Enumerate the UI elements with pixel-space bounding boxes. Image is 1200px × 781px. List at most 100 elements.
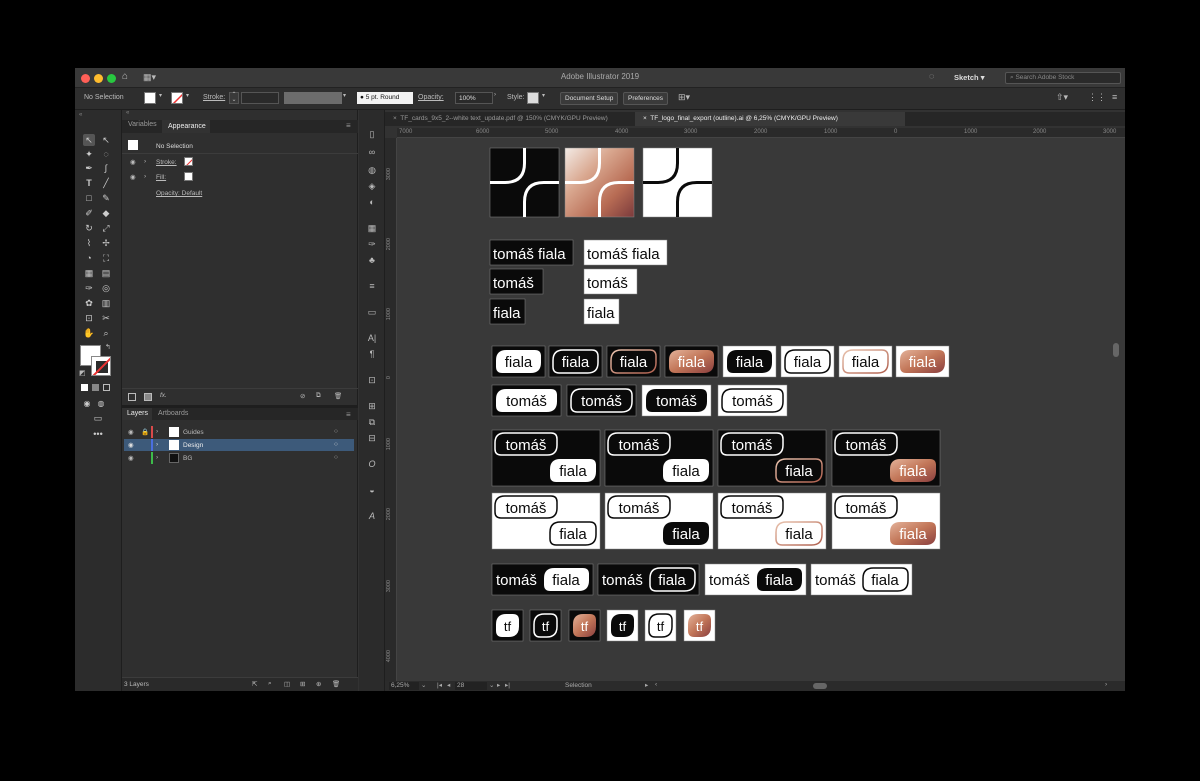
opacity-dropdown-icon[interactable]: › (494, 92, 502, 104)
control-menu-icon[interactable]: ≡ (1112, 92, 1117, 102)
links-icon[interactable]: ∞ (366, 146, 378, 158)
zoom-level-field[interactable]: 6,25% (389, 682, 419, 690)
gradient-tool-icon[interactable]: ▤ (100, 267, 112, 279)
add-stroke-icon[interactable] (128, 393, 136, 401)
export-icon[interactable]: ⇱ (252, 680, 257, 688)
panel-collapse-icon[interactable]: « (122, 110, 358, 120)
delete-item-icon[interactable]: 🗑 (334, 392, 342, 400)
opacity-row[interactable]: Opacity: Default (156, 190, 202, 197)
tab-layers[interactable]: Layers (122, 408, 152, 420)
pathfinder-icon[interactable]: ⧉ (366, 416, 378, 428)
layers-menu-icon[interactable]: ≡ (346, 410, 351, 419)
transform-options-icon[interactable]: ⋮⋮ (1088, 92, 1106, 103)
zoom-tool-icon[interactable]: ⌕ (100, 327, 112, 339)
color-mode-icon[interactable] (81, 384, 88, 391)
scale-tool-icon[interactable]: ⤢ (100, 222, 112, 234)
selection-tool-icon[interactable]: ↖ (83, 134, 95, 146)
stroke-weight-stepper[interactable]: ⌃ ⌄ (229, 92, 239, 104)
brushes-icon[interactable]: ✑ (366, 238, 378, 250)
stroke-weight-field[interactable] (241, 92, 279, 104)
scroll-right-icon[interactable]: › (1105, 681, 1107, 688)
artboard-tool-icon[interactable]: ⊡ (83, 312, 95, 324)
variable-width-profile[interactable] (284, 92, 342, 104)
new-sublayer-icon[interactable]: ⊞ (300, 680, 305, 688)
clear-appearance-icon[interactable]: ⊘ (300, 392, 305, 400)
swatches-icon[interactable]: ▦ (366, 222, 378, 234)
document-setup-button[interactable]: Document Setup (560, 92, 619, 105)
stroke-swatch[interactable] (171, 92, 183, 104)
symbols-icon[interactable]: ♣ (366, 254, 378, 266)
style-dropdown-icon[interactable]: ▾ (542, 92, 548, 104)
close-icon[interactable]: × (643, 115, 647, 122)
chevron-right-icon[interactable]: › (156, 454, 158, 461)
blend-tool-icon[interactable]: ◎ (100, 282, 112, 294)
collapse-toolbar-icon[interactable]: « (79, 112, 82, 118)
fill-row-label[interactable]: Fill: (156, 174, 166, 181)
eye-icon[interactable]: ◉ (130, 158, 136, 166)
line-tool-icon[interactable]: ╱ (100, 177, 112, 189)
chevron-right-icon[interactable]: › (156, 428, 158, 435)
tab-artboards[interactable]: Artboards (158, 410, 188, 417)
stroke-panel-icon[interactable]: ≡ (366, 280, 378, 292)
pen-tool-icon[interactable]: ✒ (83, 162, 95, 174)
artboard-canvas[interactable]: tomáš fiala tomáš fiala tomáš tomáš fiala fia… (397, 138, 1125, 681)
workspace-switcher[interactable]: Sketch ▾ (954, 73, 984, 82)
none-mode-icon[interactable] (103, 384, 110, 391)
color-guide-icon[interactable]: ◈ (366, 180, 378, 192)
symbol-sprayer-tool-icon[interactable]: ✿ (83, 297, 95, 309)
gradient-mode-icon[interactable] (92, 384, 99, 391)
graphic-style-swatch[interactable] (527, 92, 539, 104)
live-paint-tool-icon[interactable]: ⛶ (100, 252, 112, 264)
paragraph-icon[interactable]: ¶ (366, 348, 378, 360)
lightbulb-icon[interactable]: ◌ (929, 71, 934, 81)
fill-swatch[interactable] (144, 92, 156, 104)
edit-toolbar-icon[interactable]: ••• (92, 428, 104, 440)
profile-dropdown-icon[interactable]: ▾ (343, 92, 351, 104)
zoom-dropdown-icon[interactable]: ⌄ (421, 681, 426, 689)
add-effect-icon[interactable]: fx. (160, 392, 167, 399)
stroke-row-swatch[interactable] (184, 157, 193, 166)
arrange-icon[interactable]: ⊞▾ (678, 92, 690, 103)
appearance-menu-icon[interactable]: ≡ (346, 121, 351, 130)
swap-fill-stroke-icon[interactable]: ↰ (105, 343, 111, 351)
lasso-tool-icon[interactable]: ◌ (100, 148, 112, 160)
paintbrush-tool-icon[interactable]: ✎ (100, 192, 112, 204)
next-artboard-icon[interactable]: ▸ (497, 681, 500, 689)
align-options-icon[interactable]: ⇧▾ (1056, 92, 1068, 103)
status-menu-icon[interactable]: ▸ (645, 681, 648, 689)
direct-selection-tool-icon[interactable]: ↖ (100, 134, 112, 146)
eraser-tool-icon[interactable]: ◆ (100, 207, 112, 219)
scroll-left-icon[interactable]: ‹ (655, 681, 657, 688)
layer-row-design[interactable]: ◉ › Design ○ (124, 439, 354, 451)
eye-icon[interactable]: ◉ (128, 454, 134, 462)
lock-icon[interactable]: 🔒 (141, 428, 149, 436)
transform-icon[interactable]: ⊡ (366, 374, 378, 386)
tab-appearance[interactable]: Appearance (162, 120, 210, 133)
color-icon[interactable]: ◐ (366, 196, 378, 208)
draw-behind-icon[interactable]: ◍ (95, 398, 107, 410)
fill-dropdown-icon[interactable]: ▾ (159, 92, 165, 104)
new-layer-icon[interactable]: ⊕ (316, 680, 321, 688)
eye-icon[interactable]: ◉ (128, 441, 134, 449)
default-fill-stroke-icon[interactable]: ◩ (79, 369, 86, 377)
opacity-label[interactable]: Opacity: (418, 94, 444, 101)
stroke-dropdown-icon[interactable]: ▾ (186, 92, 192, 104)
stroke-color-box[interactable] (91, 356, 111, 376)
last-artboard-icon[interactable]: ▸| (505, 681, 510, 689)
rectangle-tool-icon[interactable]: □ (83, 192, 95, 204)
column-graph-tool-icon[interactable]: ▥ (100, 297, 112, 309)
tab-document[interactable]: × TF_cards_9x5_2--white text_update.pdf … (385, 112, 633, 126)
screen-mode-icon[interactable]: ▭ (92, 412, 104, 424)
transparency-icon[interactable]: ◒ (366, 484, 378, 496)
eyedropper-tool-icon[interactable]: ✑ (83, 282, 95, 294)
draw-normal-icon[interactable]: ◉ (81, 398, 93, 410)
stroke-row-label[interactable]: Stroke: (156, 159, 177, 166)
warp-tool-icon[interactable]: ⌇ (83, 237, 95, 249)
chevron-right-icon[interactable]: › (144, 173, 146, 180)
close-icon[interactable]: × (393, 115, 397, 122)
artboard-dropdown-icon[interactable]: ⌄ (489, 681, 494, 689)
rotate-tool-icon[interactable]: ↻ (83, 222, 95, 234)
free-transform-tool-icon[interactable]: ✢ (100, 237, 112, 249)
locate-object-icon[interactable]: ⌕ (268, 680, 272, 688)
type-tool-icon[interactable]: T (83, 177, 95, 189)
